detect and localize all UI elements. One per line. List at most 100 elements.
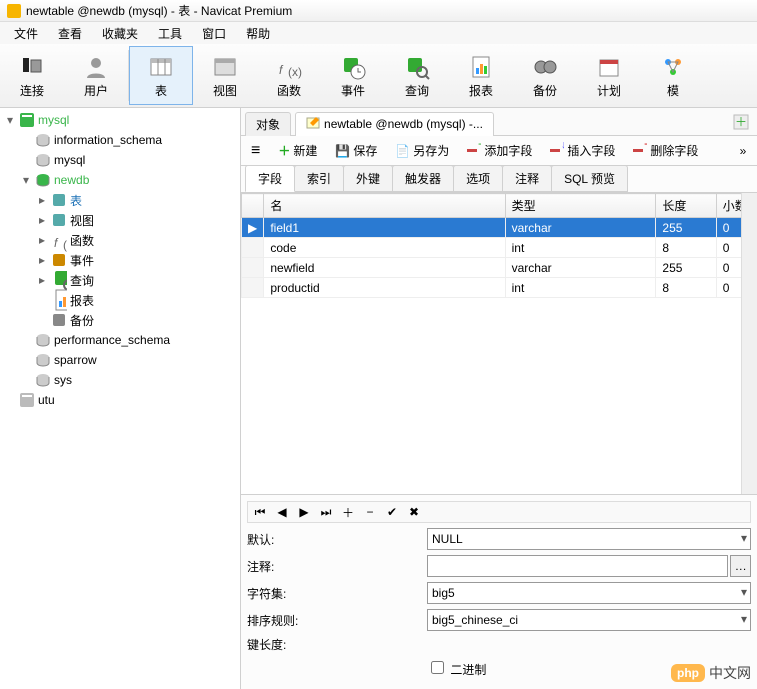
cell-name[interactable]: newfield [264, 258, 505, 278]
subtab-3[interactable]: 触发器 [392, 165, 454, 192]
expander-icon[interactable]: ▾ [4, 113, 16, 127]
cell-type[interactable]: int [505, 278, 656, 298]
cell-type[interactable]: varchar [505, 258, 656, 278]
field-row[interactable]: productidint80 [242, 278, 757, 298]
cell-name[interactable]: code [264, 238, 505, 258]
cell-type[interactable]: int [505, 238, 656, 258]
content-pane: 对象 newtable @newdb (mysql) -... ＋ ≡ ＋ 新建… [241, 108, 757, 689]
expander-icon[interactable]: ▸ [36, 233, 48, 247]
menu-fav[interactable]: 收藏夹 [92, 25, 148, 42]
fields-grid[interactable]: 名类型长度小数▶field1varchar2550codeint80newfie… [241, 192, 757, 494]
default-combo[interactable]: NULL [427, 528, 751, 550]
cancel-button[interactable]: ✖ [406, 504, 422, 520]
check-button[interactable]: ✔ [384, 504, 400, 520]
tree-node-newdb[interactable]: ▾newdb [0, 170, 240, 190]
toolbar-report[interactable]: 报表 [449, 44, 513, 107]
column-header[interactable]: 名 [264, 194, 505, 218]
toolbar-event[interactable]: 事件 [321, 44, 385, 107]
insert-field-button[interactable]: ↓ 插入字段 [546, 140, 619, 161]
menu-file[interactable]: 文件 [4, 25, 48, 42]
toolbar-func[interactable]: f(x)函数 [257, 44, 321, 107]
expander-icon[interactable]: ▸ [36, 253, 48, 267]
subtab-6[interactable]: SQL 预览 [551, 165, 628, 192]
prev-button[interactable]: ◀ [274, 504, 290, 520]
toolbar-connect[interactable]: 连接 [0, 44, 64, 107]
tree-node-utu[interactable]: utu [0, 390, 240, 410]
comment-ellipsis-button[interactable]: … [730, 555, 751, 577]
new-button[interactable]: ＋ 新建 [274, 140, 321, 161]
field-row[interactable]: newfieldvarchar2550 [242, 258, 757, 278]
tree-node-查询[interactable]: ▸查询 [0, 270, 240, 290]
save-as-button[interactable]: 📄 另存为 [391, 140, 453, 161]
designer-menu-button[interactable]: ≡ [247, 140, 264, 162]
tree-node-mysql[interactable]: mysql [0, 150, 240, 170]
collation-combo[interactable]: big5_chinese_ci [427, 609, 751, 631]
subtab-0[interactable]: 字段 [245, 165, 295, 192]
minus-button[interactable]: − [362, 504, 378, 520]
toolbar-plan[interactable]: 计划 [577, 44, 641, 107]
toolbar-query[interactable]: 查询 [385, 44, 449, 107]
menu-tools[interactable]: 工具 [148, 25, 192, 42]
tree-node-视图[interactable]: ▸视图 [0, 210, 240, 230]
tree-node-备份[interactable]: 备份 [0, 310, 240, 330]
tree-node-information_schema[interactable]: information_schema [0, 130, 240, 150]
tree-node-表[interactable]: ▸表 [0, 190, 240, 210]
tree-node-报表[interactable]: 报表 [0, 290, 240, 310]
field-row[interactable]: ▶field1varchar2550 [242, 218, 757, 238]
tab-objects[interactable]: 对象 [245, 112, 291, 136]
column-header[interactable]: 长度 [656, 194, 716, 218]
tree-node-函数[interactable]: ▸f(x)函数 [0, 230, 240, 250]
add-field-button[interactable]: + 添加字段 [463, 140, 536, 161]
first-button[interactable]: ⏮ [252, 504, 268, 520]
toolbar-user[interactable]: 用户 [64, 44, 128, 107]
tab-add-icon[interactable]: ＋ [729, 114, 753, 133]
cell-name[interactable]: field1 [264, 218, 505, 238]
field-row[interactable]: codeint80 [242, 238, 757, 258]
tree-node-事件[interactable]: ▸事件 [0, 250, 240, 270]
tree-label: 备份 [70, 312, 94, 329]
cell-length[interactable]: 255 [656, 258, 716, 278]
reel-icon [530, 52, 560, 82]
toolbar-label: 事件 [341, 82, 365, 99]
scrollbar-vertical[interactable] [741, 193, 757, 494]
binary-checkbox[interactable]: 二进制 [427, 663, 486, 677]
cell-length[interactable]: 8 [656, 278, 716, 298]
menu-view[interactable]: 查看 [48, 25, 92, 42]
subtab-2[interactable]: 外键 [343, 165, 393, 192]
tree-node-sys[interactable]: sys [0, 370, 240, 390]
menu-window[interactable]: 窗口 [192, 25, 236, 42]
comment-input[interactable] [427, 555, 728, 577]
tree-label: sys [54, 373, 72, 387]
table-icon [146, 52, 176, 82]
tab-designer[interactable]: newtable @newdb (mysql) -... [295, 112, 494, 136]
cell-length[interactable]: 255 [656, 218, 716, 238]
last-button[interactable]: ⏭ [318, 504, 334, 520]
subtab-4[interactable]: 选项 [453, 165, 503, 192]
expander-icon[interactable]: ▸ [36, 193, 48, 207]
expander-icon[interactable]: ▸ [36, 213, 48, 227]
expander-icon[interactable]: ▸ [36, 273, 48, 287]
subtab-5[interactable]: 注释 [502, 165, 552, 192]
column-header[interactable]: 类型 [505, 194, 656, 218]
menu-help[interactable]: 帮助 [236, 25, 280, 42]
calendar-icon [594, 52, 624, 82]
cell-name[interactable]: productid [264, 278, 505, 298]
toolbar-model[interactable]: 模 [641, 44, 705, 107]
cell-length[interactable]: 8 [656, 238, 716, 258]
delete-field-button[interactable]: − 删除字段 [629, 140, 702, 161]
save-button[interactable]: 💾 保存 [331, 140, 381, 161]
toolbar-overflow-button[interactable]: » [735, 144, 751, 158]
toolbar-table[interactable]: 表 [129, 46, 193, 105]
plus-button[interactable]: ＋ [340, 504, 356, 520]
next-button[interactable]: ▶ [296, 504, 312, 520]
tree-node-sparrow[interactable]: sparrow [0, 350, 240, 370]
toolbar-backup[interactable]: 备份 [513, 44, 577, 107]
watermark-text: 中文网 [709, 663, 751, 683]
expander-icon[interactable]: ▾ [20, 173, 32, 187]
toolbar-view[interactable]: 视图 [193, 44, 257, 107]
subtab-1[interactable]: 索引 [294, 165, 344, 192]
charset-combo[interactable]: big5 [427, 582, 751, 604]
cell-type[interactable]: varchar [505, 218, 656, 238]
tree-node-mysql[interactable]: ▾mysql [0, 110, 240, 130]
tree-node-performance_schema[interactable]: performance_schema [0, 330, 240, 350]
